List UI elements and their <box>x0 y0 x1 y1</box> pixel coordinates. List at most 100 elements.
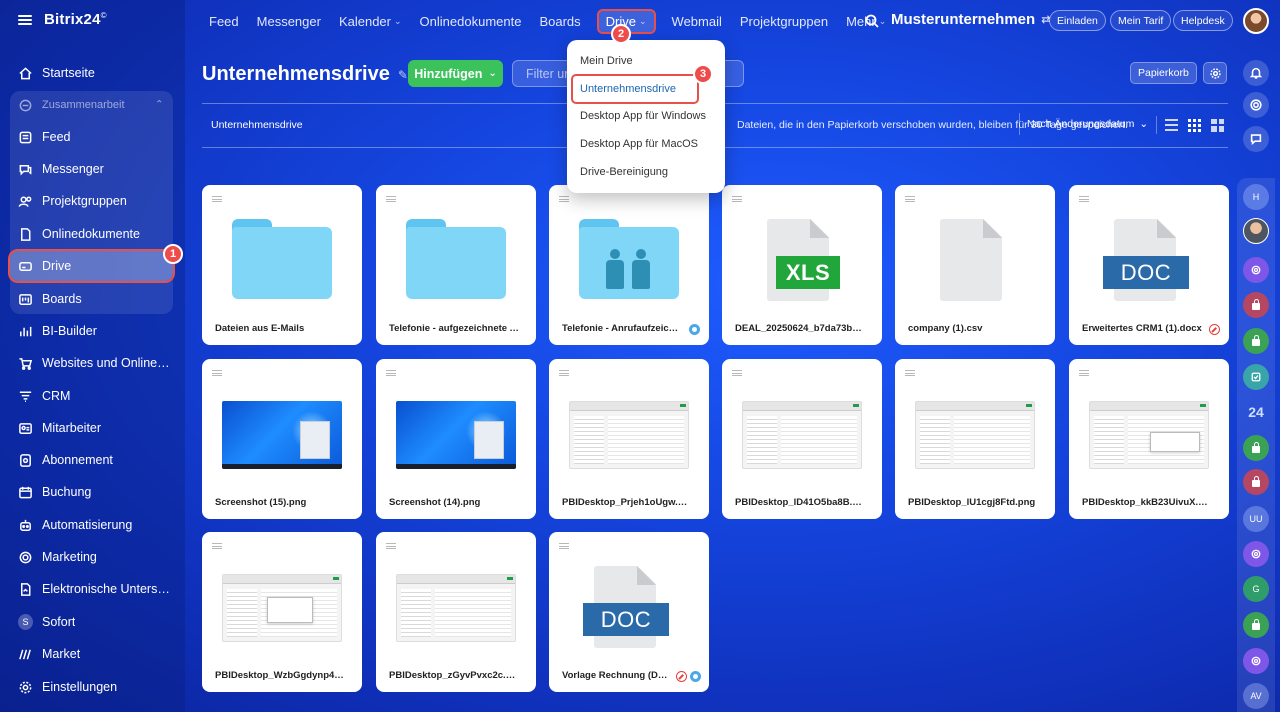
drag-handle-icon[interactable] <box>212 196 222 202</box>
drag-handle-icon[interactable] <box>1079 370 1089 376</box>
chat-avatar[interactable] <box>1243 218 1269 244</box>
file-card[interactable]: Dateien aus E-Mails <box>202 185 362 345</box>
sidebar-item-label: Onlinedokumente <box>42 227 140 241</box>
lock-icon[interactable] <box>1243 469 1269 495</box>
file-card[interactable]: Screenshot (15).png <box>202 359 362 519</box>
file-card[interactable]: DOC Vorlage Rechnung (Deutsch).docx <box>549 532 709 692</box>
topnav-messenger[interactable]: Messenger <box>257 14 321 29</box>
sidebar-item-sofort[interactable]: S Sofort <box>10 607 173 637</box>
drag-handle-icon[interactable] <box>212 370 222 376</box>
drag-handle-icon[interactable] <box>732 196 742 202</box>
channel-icon[interactable] <box>1243 257 1269 283</box>
lock-icon[interactable] <box>1243 328 1269 354</box>
sidebar-item-label: Boards <box>42 292 82 306</box>
chat-button[interactable] <box>1243 126 1269 152</box>
menu-item-desktop-macos[interactable]: Desktop App für MacOS <box>580 135 698 153</box>
file-card[interactable]: Screenshot (14).png <box>376 359 536 519</box>
drag-handle-icon[interactable] <box>559 543 569 549</box>
menu-item-drive-bereinigung[interactable]: Drive-Bereinigung <box>580 163 668 181</box>
drag-handle-icon[interactable] <box>559 196 569 202</box>
topnav-kalender[interactable]: Kalender ⌄ <box>339 14 402 29</box>
drag-handle-icon[interactable] <box>732 370 742 376</box>
sidebar-item-market[interactable]: Market <box>10 639 173 669</box>
channel-icon[interactable] <box>1243 648 1269 674</box>
topnav-feed[interactable]: Feed <box>209 14 239 29</box>
sort-select[interactable]: Nach Änderungsdatum ⌄ <box>1019 113 1148 135</box>
trash-button[interactable]: Papierkorb <box>1130 62 1197 84</box>
file-card[interactable]: Telefonie - Anrufaufzeichnungen <box>549 185 709 345</box>
edit-pencil-icon[interactable]: ✎ <box>398 68 408 82</box>
file-card[interactable]: PBIDesktop_lU1cgj8Ftd.png <box>895 359 1055 519</box>
sidebar-item-startseite[interactable]: Startseite <box>10 58 173 88</box>
channel-icon[interactable] <box>1243 541 1269 567</box>
sidebar-item-abonnement[interactable]: Abonnement <box>10 445 173 475</box>
settings-button[interactable] <box>1203 62 1227 84</box>
sidebar-item-mitarbeiter[interactable]: Mitarbeiter <box>10 413 173 443</box>
notifications-button[interactable] <box>1243 60 1269 86</box>
invite-button[interactable]: Einladen <box>1049 10 1106 31</box>
menu-item-unternehmensdrive[interactable]: Unternehmensdrive <box>571 74 699 104</box>
sidebar-group-header[interactable]: Zusammenarbeit ⌄ <box>10 90 173 120</box>
copilot-button[interactable] <box>1243 92 1269 118</box>
add-button[interactable]: Hinzufügen ⌄ <box>408 60 503 87</box>
topnav-boards[interactable]: Boards <box>539 14 580 29</box>
file-card[interactable]: XLS DEAL_20250624_b7da73bc.xls <box>722 185 882 345</box>
sidebar-item-messenger[interactable]: Messenger <box>10 154 173 184</box>
breadcrumb[interactable]: Unternehmensdrive <box>211 119 303 131</box>
drag-handle-icon[interactable] <box>1079 196 1089 202</box>
chat-avatar[interactable]: AV <box>1243 683 1269 709</box>
lock-icon[interactable] <box>1243 292 1269 318</box>
topnav-projektgruppen[interactable]: Projektgruppen <box>740 14 828 29</box>
lock-icon[interactable] <box>1243 435 1269 461</box>
file-card[interactable]: PBIDesktop_zGyvPvxc2c.png <box>376 532 536 692</box>
sidebar-item-projektgruppen[interactable]: Projektgruppen <box>10 186 173 216</box>
sidebar-item-drive[interactable]: Drive <box>8 249 175 283</box>
file-card[interactable]: DOC Erweitertes CRM1 (1).docx <box>1069 185 1229 345</box>
app-logo[interactable]: Bitrix24© <box>44 11 107 28</box>
drag-handle-icon[interactable] <box>905 196 915 202</box>
chat-avatar[interactable]: UU <box>1243 506 1269 532</box>
file-name: DEAL_20250624_b7da73bc.xls <box>735 323 865 334</box>
drag-handle-icon[interactable] <box>386 196 396 202</box>
topnav-onlinedokumente[interactable]: Onlinedokumente <box>420 14 522 29</box>
menu-item-desktop-windows[interactable]: Desktop App für Windows <box>580 107 706 125</box>
file-card[interactable]: PBIDesktop_WzbGgdynp4.png <box>202 532 362 692</box>
sidebar-item-boards[interactable]: Boards <box>10 284 173 314</box>
file-card[interactable]: PBIDesktop_lD41O5ba8B.png <box>722 359 882 519</box>
chat-avatar[interactable]: G <box>1243 576 1269 602</box>
chevron-up-icon[interactable]: ⌄ <box>155 97 163 108</box>
my-plan-button[interactable]: Mein Tarif <box>1110 10 1172 31</box>
menu-item-mein-drive[interactable]: Mein Drive <box>580 52 633 70</box>
sidebar-item-automatisierung[interactable]: Automatisierung <box>10 510 173 540</box>
list-view-icon[interactable] <box>1165 119 1178 132</box>
sidebar-item-feed[interactable]: Feed <box>10 122 173 152</box>
file-card[interactable]: PBIDesktop_Prjeh1oUgw.png <box>549 359 709 519</box>
sidebar-item-einstellungen[interactable]: Einstellungen <box>10 672 173 702</box>
drag-handle-icon[interactable] <box>212 543 222 549</box>
bitrix24-icon[interactable]: 24 <box>1243 399 1269 425</box>
tile-view-icon[interactable] <box>1188 118 1201 132</box>
file-card[interactable]: company (1).csv <box>895 185 1055 345</box>
drag-handle-icon[interactable] <box>386 543 396 549</box>
drag-handle-icon[interactable] <box>559 370 569 376</box>
sidebar-item-bi-builder[interactable]: BI-Builder <box>10 316 173 346</box>
sidebar-item-crm[interactable]: CRM <box>10 381 173 411</box>
file-card[interactable]: PBIDesktop_kkB23UivuX.png <box>1069 359 1229 519</box>
topnav-webmail[interactable]: Webmail <box>672 14 722 29</box>
search-icon[interactable] <box>864 13 880 29</box>
task-check-icon[interactable] <box>1243 364 1269 390</box>
sidebar-item-onlinedokumente[interactable]: Onlinedokumente <box>10 219 173 249</box>
lock-icon[interactable] <box>1243 612 1269 638</box>
drag-handle-icon[interactable] <box>386 370 396 376</box>
file-card[interactable]: Telefonie - aufgezeichnete Anrufe <box>376 185 536 345</box>
helpdesk-button[interactable]: Helpdesk <box>1173 10 1233 31</box>
sidebar-item-elektronische-unterschrift[interactable]: Elektronische Unterschrift <box>10 574 173 604</box>
company-switcher[interactable]: Musterunternehmen ⇄ <box>891 11 1050 28</box>
large-tile-view-icon[interactable] <box>1211 118 1224 132</box>
sidebar-item-websites[interactable]: Websites und Onlineshops <box>10 348 173 378</box>
sidebar-item-buchung[interactable]: Buchung <box>10 477 173 507</box>
sidebar-item-marketing[interactable]: Marketing <box>10 542 173 572</box>
drag-handle-icon[interactable] <box>905 370 915 376</box>
chat-avatar[interactable]: H <box>1243 184 1269 210</box>
menu-icon[interactable] <box>18 14 32 25</box>
